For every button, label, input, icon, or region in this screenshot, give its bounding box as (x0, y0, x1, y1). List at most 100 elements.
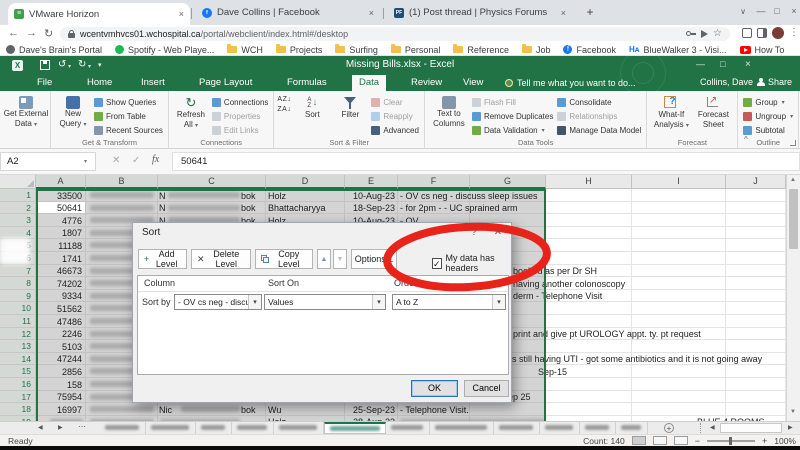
cell[interactable] (726, 290, 786, 303)
cell[interactable] (632, 189, 726, 202)
bookmark-item[interactable]: Dave's Brain's Portal (6, 45, 102, 55)
cancel-button[interactable]: Cancel (464, 380, 509, 397)
name-box[interactable]: A2 (0, 152, 96, 171)
cell[interactable] (546, 239, 632, 252)
normal-view-button[interactable] (632, 436, 646, 445)
tab-close-icon[interactable]: × (561, 8, 566, 18)
ribbon-tab-insert[interactable]: Insert (134, 75, 172, 91)
cell[interactable] (726, 239, 786, 252)
cell[interactable] (632, 378, 726, 391)
cell[interactable] (546, 252, 632, 265)
forecast-sheet-button[interactable]: ↗ForecastSheet (692, 93, 734, 129)
cell[interactable] (632, 340, 726, 353)
excel-restore-icon[interactable]: □ (720, 59, 725, 69)
row-header-13[interactable]: 13 (0, 340, 36, 353)
ok-button[interactable]: OK (411, 380, 458, 397)
cell[interactable] (726, 365, 786, 378)
connections-button[interactable]: Connections (212, 96, 268, 109)
vertical-scrollbar[interactable]: ▲▼ (786, 175, 800, 421)
dialog-close-button[interactable]: ✕ (487, 223, 509, 243)
column-header-A[interactable]: A (36, 175, 86, 189)
reload-icon[interactable]: ↻ (44, 27, 53, 40)
new-sheet-button[interactable]: + (664, 423, 674, 433)
cell[interactable] (632, 391, 726, 404)
undo-icon[interactable]: ↺ (58, 59, 66, 70)
browser-tab[interactable]: fDave Collins | Facebook× (196, 4, 380, 21)
cell[interactable] (632, 239, 726, 252)
row-header-12[interactable]: 12 (0, 328, 36, 341)
browser-menu-icon[interactable]: ⋮ (789, 27, 799, 38)
row-header-14[interactable]: 14 (0, 353, 36, 366)
zoom-out-button[interactable]: − (695, 436, 700, 446)
tab-close-icon[interactable]: × (179, 9, 184, 19)
row-header-9[interactable]: 9 (0, 290, 36, 303)
move-up-button[interactable]: ▲ (317, 249, 331, 269)
cell[interactable] (726, 315, 786, 328)
cell[interactable] (632, 302, 726, 315)
row-header-8[interactable]: 8 (0, 277, 36, 290)
save-icon[interactable] (40, 60, 50, 70)
ribbon-tab-data[interactable]: Data (352, 75, 386, 91)
bookmark-item[interactable]: WCH (227, 45, 263, 55)
ribbon-tab-home[interactable]: Home (80, 75, 119, 91)
column-header-B[interactable]: B (86, 175, 158, 189)
sheet-tab[interactable] (386, 422, 430, 434)
close-button[interactable]: × (787, 3, 800, 19)
cell[interactable] (632, 365, 726, 378)
cell[interactable] (546, 302, 632, 315)
sheet-nav-left-icon[interactable]: ◀ (38, 424, 43, 431)
password-key-icon[interactable] (686, 30, 696, 38)
cell[interactable] (726, 340, 786, 353)
delete-level-button[interactable]: ✕Delete Level (191, 249, 251, 269)
avatar[interactable] (772, 27, 784, 39)
omnibox[interactable]: wcentvmhvcs01.wchospital.ca/portal/webcl… (60, 27, 730, 41)
sheet-tab[interactable] (494, 422, 540, 434)
ribbon-tab-view[interactable]: View (456, 75, 490, 91)
hscroll-left-icon[interactable]: ◀ (710, 424, 715, 431)
dialog-help-button[interactable]: ? (463, 223, 485, 243)
remove-duplicates-button[interactable]: Remove Duplicates (472, 110, 553, 123)
filter-button[interactable]: Filter (331, 93, 369, 121)
column-header-F[interactable]: F (398, 175, 470, 189)
scroll-down-icon[interactable]: ▼ (790, 409, 796, 415)
chevron-down-icon[interactable]: ▾ (248, 295, 261, 309)
cell[interactable] (632, 252, 726, 265)
undo-chevron-icon[interactable]: ▾ (68, 63, 71, 70)
cell[interactable] (470, 403, 546, 416)
bookmark-item[interactable]: fFacebook (563, 45, 616, 55)
maximize-button[interactable]: □ (770, 3, 784, 19)
bookmark-item[interactable]: How To Fix Yellow S... (740, 45, 786, 55)
cell[interactable] (726, 277, 786, 290)
sort-on-dropdown[interactable]: Values ▾ (264, 294, 386, 310)
subtotal-button[interactable]: Subtotal (743, 124, 793, 137)
cell[interactable] (546, 315, 632, 328)
account-user-name[interactable]: Collins, Dave (700, 77, 753, 87)
cell[interactable] (726, 265, 786, 278)
cell[interactable] (632, 315, 726, 328)
share-icon[interactable] (701, 30, 708, 38)
cell[interactable] (726, 378, 786, 391)
sheet-tab[interactable] (274, 422, 324, 434)
formula-enter-icon[interactable]: ✓ (132, 155, 140, 166)
ribbon-tab-formulas[interactable]: Formulas (280, 75, 334, 91)
cell[interactable] (546, 340, 632, 353)
row-header-2[interactable]: 2 (0, 202, 36, 215)
sheet-nav-right-icon[interactable]: ▶ (58, 424, 63, 431)
bookmark-item[interactable]: Job (522, 45, 551, 55)
cell[interactable] (546, 227, 632, 240)
ribbon-tab-file[interactable]: File (30, 75, 59, 91)
browser-tab[interactable]: ≡VMware Horizon× (8, 3, 190, 25)
cell[interactable] (632, 277, 726, 290)
bookmark-item[interactable]: HᴀBlueWalker 3 - Visi... (629, 45, 727, 55)
sheet-tab[interactable] (580, 422, 616, 434)
sheet-tab[interactable] (196, 422, 232, 434)
sheet-tab[interactable] (232, 422, 274, 434)
sort-az-button[interactable]: AZ↓ (277, 96, 291, 103)
hscroll-track[interactable] (720, 423, 782, 433)
properties-button[interactable]: Properties (212, 110, 268, 123)
cell[interactable] (726, 189, 786, 202)
back-icon[interactable]: ← (8, 27, 19, 39)
new-tab-button[interactable]: + (582, 5, 598, 21)
cell[interactable] (546, 202, 632, 215)
cell[interactable] (632, 265, 726, 278)
